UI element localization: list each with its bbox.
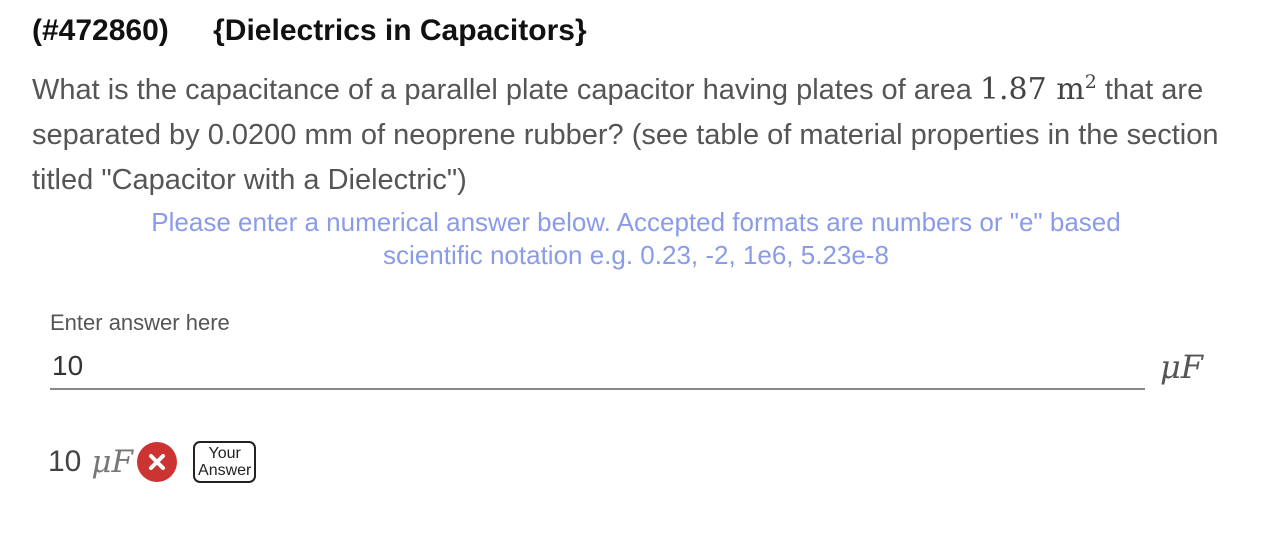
badge-line-2: Answer [198, 462, 252, 479]
x-circle-icon [137, 442, 178, 482]
submitted-answer: 10 μF Your Answer [48, 438, 257, 486]
question-text: What is the capacitance of a parallel pl… [32, 60, 1272, 203]
area-exponent: 2 [1084, 71, 1097, 93]
answer-input[interactable] [50, 344, 1145, 390]
answer-unit: μF [1160, 348, 1203, 386]
question-topic: {Dielectrics in Capacitors} [213, 14, 587, 47]
area-unit: m [1056, 72, 1085, 107]
answer-field-label: Enter answer here [50, 310, 230, 335]
question-id: (#472860) [32, 14, 169, 47]
answer-instructions: Please enter a numerical answer below. A… [151, 207, 1121, 270]
submitted-value: 10 [48, 445, 82, 478]
question-header: (#472860) {Dielectrics in Capacitors} [32, 14, 587, 48]
area-expression: 1.87 m2 [979, 71, 1097, 107]
badge-line-1: Your [208, 445, 241, 462]
question-text-before: What is the capacitance of a parallel pl… [32, 74, 980, 106]
your-answer-badge: Your Answer [193, 441, 257, 483]
area-value: 1.87 [979, 72, 1047, 107]
submitted-unit: μF [91, 444, 134, 480]
